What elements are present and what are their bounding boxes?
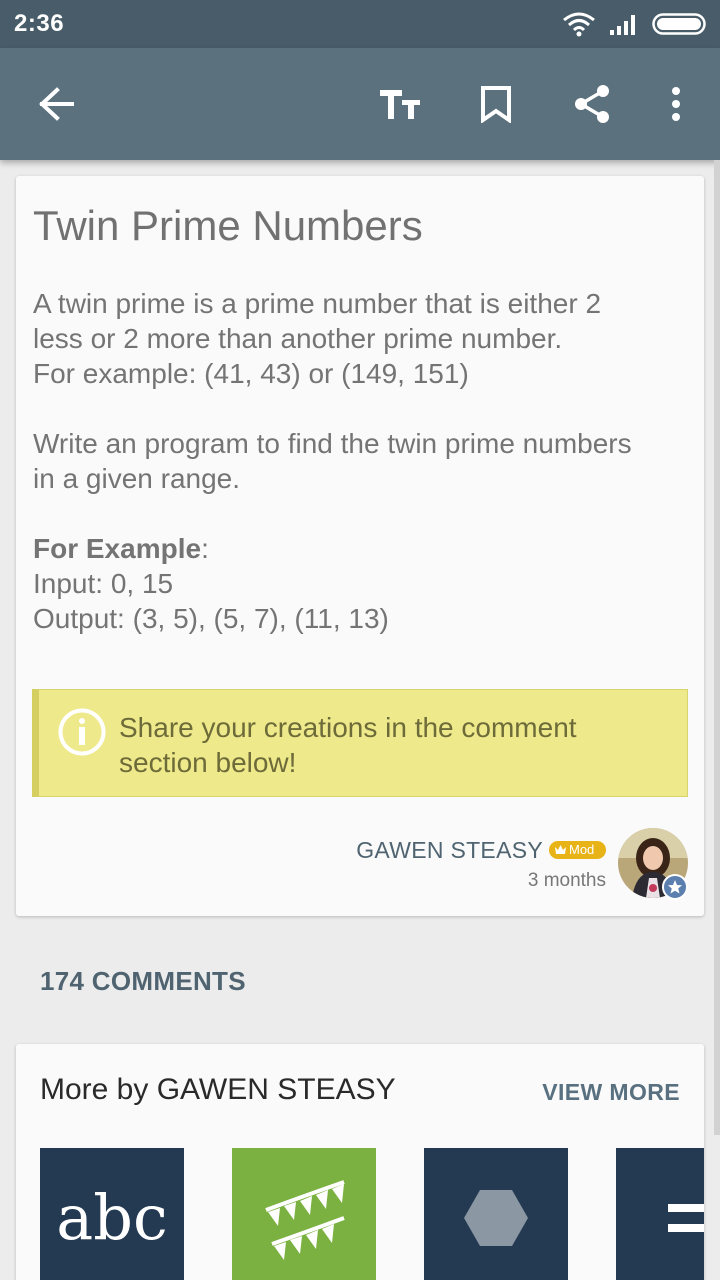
post-time: 3 months	[527, 870, 606, 891]
article-card: Twin Prime Numbers A twin prime is a pri…	[16, 176, 704, 916]
mod-badge-label: Mod	[569, 842, 595, 857]
example-heading: For Example:	[33, 531, 693, 566]
more-by-card: More by GAWEN STEASY VIEW MORE abc	[16, 1044, 704, 1280]
body-line: Write an program to find the twin prime …	[33, 428, 632, 459]
info-callout: Share your creations in the comment sect…	[32, 689, 688, 797]
bookmark-icon	[481, 86, 511, 123]
lesson-tile-bunting[interactable]	[232, 1148, 376, 1280]
tile-abc-text: abc	[56, 1181, 168, 1254]
text-size-icon	[380, 90, 420, 119]
status-icons	[562, 10, 708, 38]
lesson-tile-hexagon[interactable]	[424, 1148, 568, 1280]
body-line: in a given range.	[33, 463, 241, 494]
bookmark-button[interactable]	[468, 76, 524, 132]
back-button[interactable]	[28, 76, 84, 132]
status-time: 2:36	[14, 10, 65, 37]
example-output: Output: (3, 5), (5, 7), (11, 13)	[33, 603, 389, 634]
app-bar	[0, 48, 720, 160]
star-icon	[668, 880, 682, 894]
share-icon	[575, 85, 609, 123]
lesson-tile-menu[interactable]	[616, 1148, 704, 1280]
signal-icon	[610, 15, 635, 35]
more-by-title: More by GAWEN STEASY	[40, 1073, 396, 1106]
wifi-icon	[563, 12, 595, 37]
share-button[interactable]	[564, 76, 620, 132]
lesson-tile-abc[interactable]: abc	[40, 1148, 184, 1280]
example-label: For Example	[33, 533, 202, 564]
author-name[interactable]: GAWEN STEASY	[356, 837, 543, 864]
article-body: A twin prime is a prime number that is e…	[33, 286, 693, 636]
body-line: A twin prime is a prime number that is e…	[33, 288, 602, 319]
example-input: Input: 0, 15	[33, 568, 174, 599]
back-arrow-icon	[39, 87, 74, 121]
status-bar: 2:36	[0, 0, 720, 48]
menu-lines-icon	[668, 1204, 704, 1232]
scrollbar[interactable]	[714, 160, 720, 1135]
text-size-button[interactable]	[372, 76, 428, 132]
view-more-button[interactable]: VIEW MORE	[542, 1079, 680, 1106]
body-line: For example: (41, 43) or (149, 151)	[33, 358, 469, 389]
crown-icon	[555, 845, 566, 854]
bunting-icon	[265, 1180, 345, 1260]
example-colon: :	[201, 533, 209, 564]
comments-link[interactable]: 174 COMMENTS	[40, 966, 246, 997]
battery-icon	[652, 13, 706, 35]
mod-badge: Mod	[549, 841, 606, 859]
more-vert-icon	[672, 87, 680, 121]
avatar[interactable]	[618, 828, 688, 900]
article-title: Twin Prime Numbers	[33, 202, 423, 249]
star-badge	[662, 874, 688, 900]
info-icon	[58, 708, 106, 756]
hexagon-icon	[464, 1190, 528, 1246]
info-callout-text: Share your creations in the comment sect…	[119, 712, 577, 778]
body-line: less or 2 more than another prime number…	[33, 323, 563, 354]
more-options-button[interactable]	[648, 76, 704, 132]
